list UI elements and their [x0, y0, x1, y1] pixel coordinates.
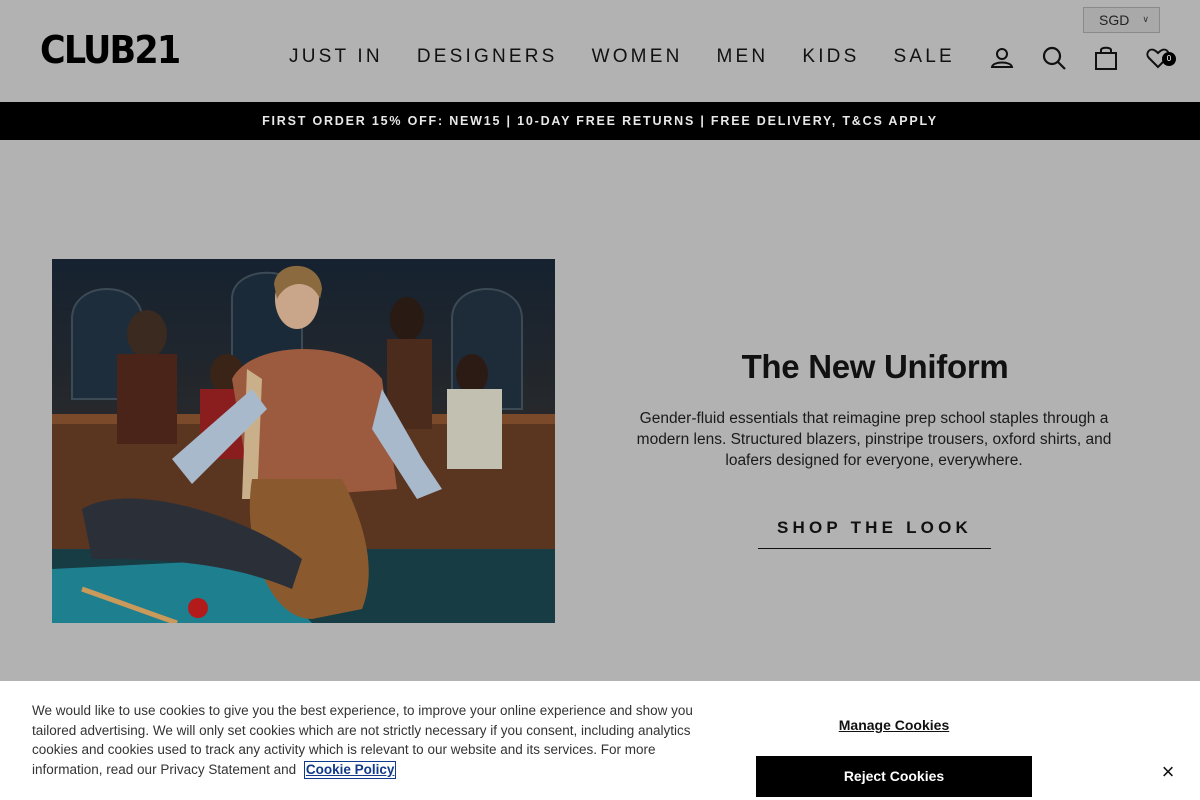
manage-cookies-button[interactable]: Manage Cookies: [756, 713, 1032, 737]
nav-item-sale[interactable]: SALE: [876, 44, 971, 70]
hero-description: Gender-fluid essentials that reimagine p…: [636, 410, 1112, 469]
user-icon[interactable]: [988, 44, 1016, 72]
hero-title: The New Uniform: [741, 348, 1009, 385]
shop-the-look-button[interactable]: SHOP THE LOOK: [758, 512, 991, 549]
header-icons: 0: [988, 44, 1176, 72]
promo-banner[interactable]: FIRST ORDER 15% OFF: NEW15 | 10-DAY FREE…: [0, 102, 1200, 140]
chevron-down-icon: ∨: [1142, 14, 1149, 24]
promo-text: FIRST ORDER 15% OFF: NEW15 | 10-DAY FREE…: [262, 114, 938, 128]
nav-item-men[interactable]: MEN: [700, 44, 786, 70]
hero-image[interactable]: [52, 259, 555, 623]
nav-item-kids[interactable]: KIDS: [785, 44, 876, 70]
search-icon[interactable]: [1040, 44, 1068, 72]
site-header: CLUB21 SGD ∨ JUST IN DESIGNERS WOMEN MEN…: [0, 0, 1200, 102]
cookie-message: We would like to use cookies to give you…: [32, 701, 712, 779]
currency-selector[interactable]: SGD ∨: [1083, 7, 1160, 33]
nav-item-just-in[interactable]: JUST IN: [272, 44, 400, 70]
wishlist-count-badge: 0: [1162, 52, 1176, 66]
nav-item-designers[interactable]: DESIGNERS: [400, 44, 575, 70]
currency-label: SGD: [1099, 12, 1130, 28]
cookie-banner: We would like to use cookies to give you…: [0, 681, 1200, 800]
reject-cookies-button[interactable]: Reject Cookies: [756, 756, 1032, 797]
shopping-bag-icon[interactable]: [1092, 44, 1120, 72]
cookie-policy-link[interactable]: Cookie Policy: [303, 760, 397, 779]
club21-logo[interactable]: CLUB21: [40, 28, 181, 72]
main-nav: JUST IN DESIGNERS WOMEN MEN KIDS SALE: [272, 44, 972, 70]
nav-item-women[interactable]: WOMEN: [575, 44, 700, 70]
wishlist-heart-icon[interactable]: 0: [1144, 44, 1176, 72]
close-icon[interactable]: ×: [1156, 760, 1180, 784]
